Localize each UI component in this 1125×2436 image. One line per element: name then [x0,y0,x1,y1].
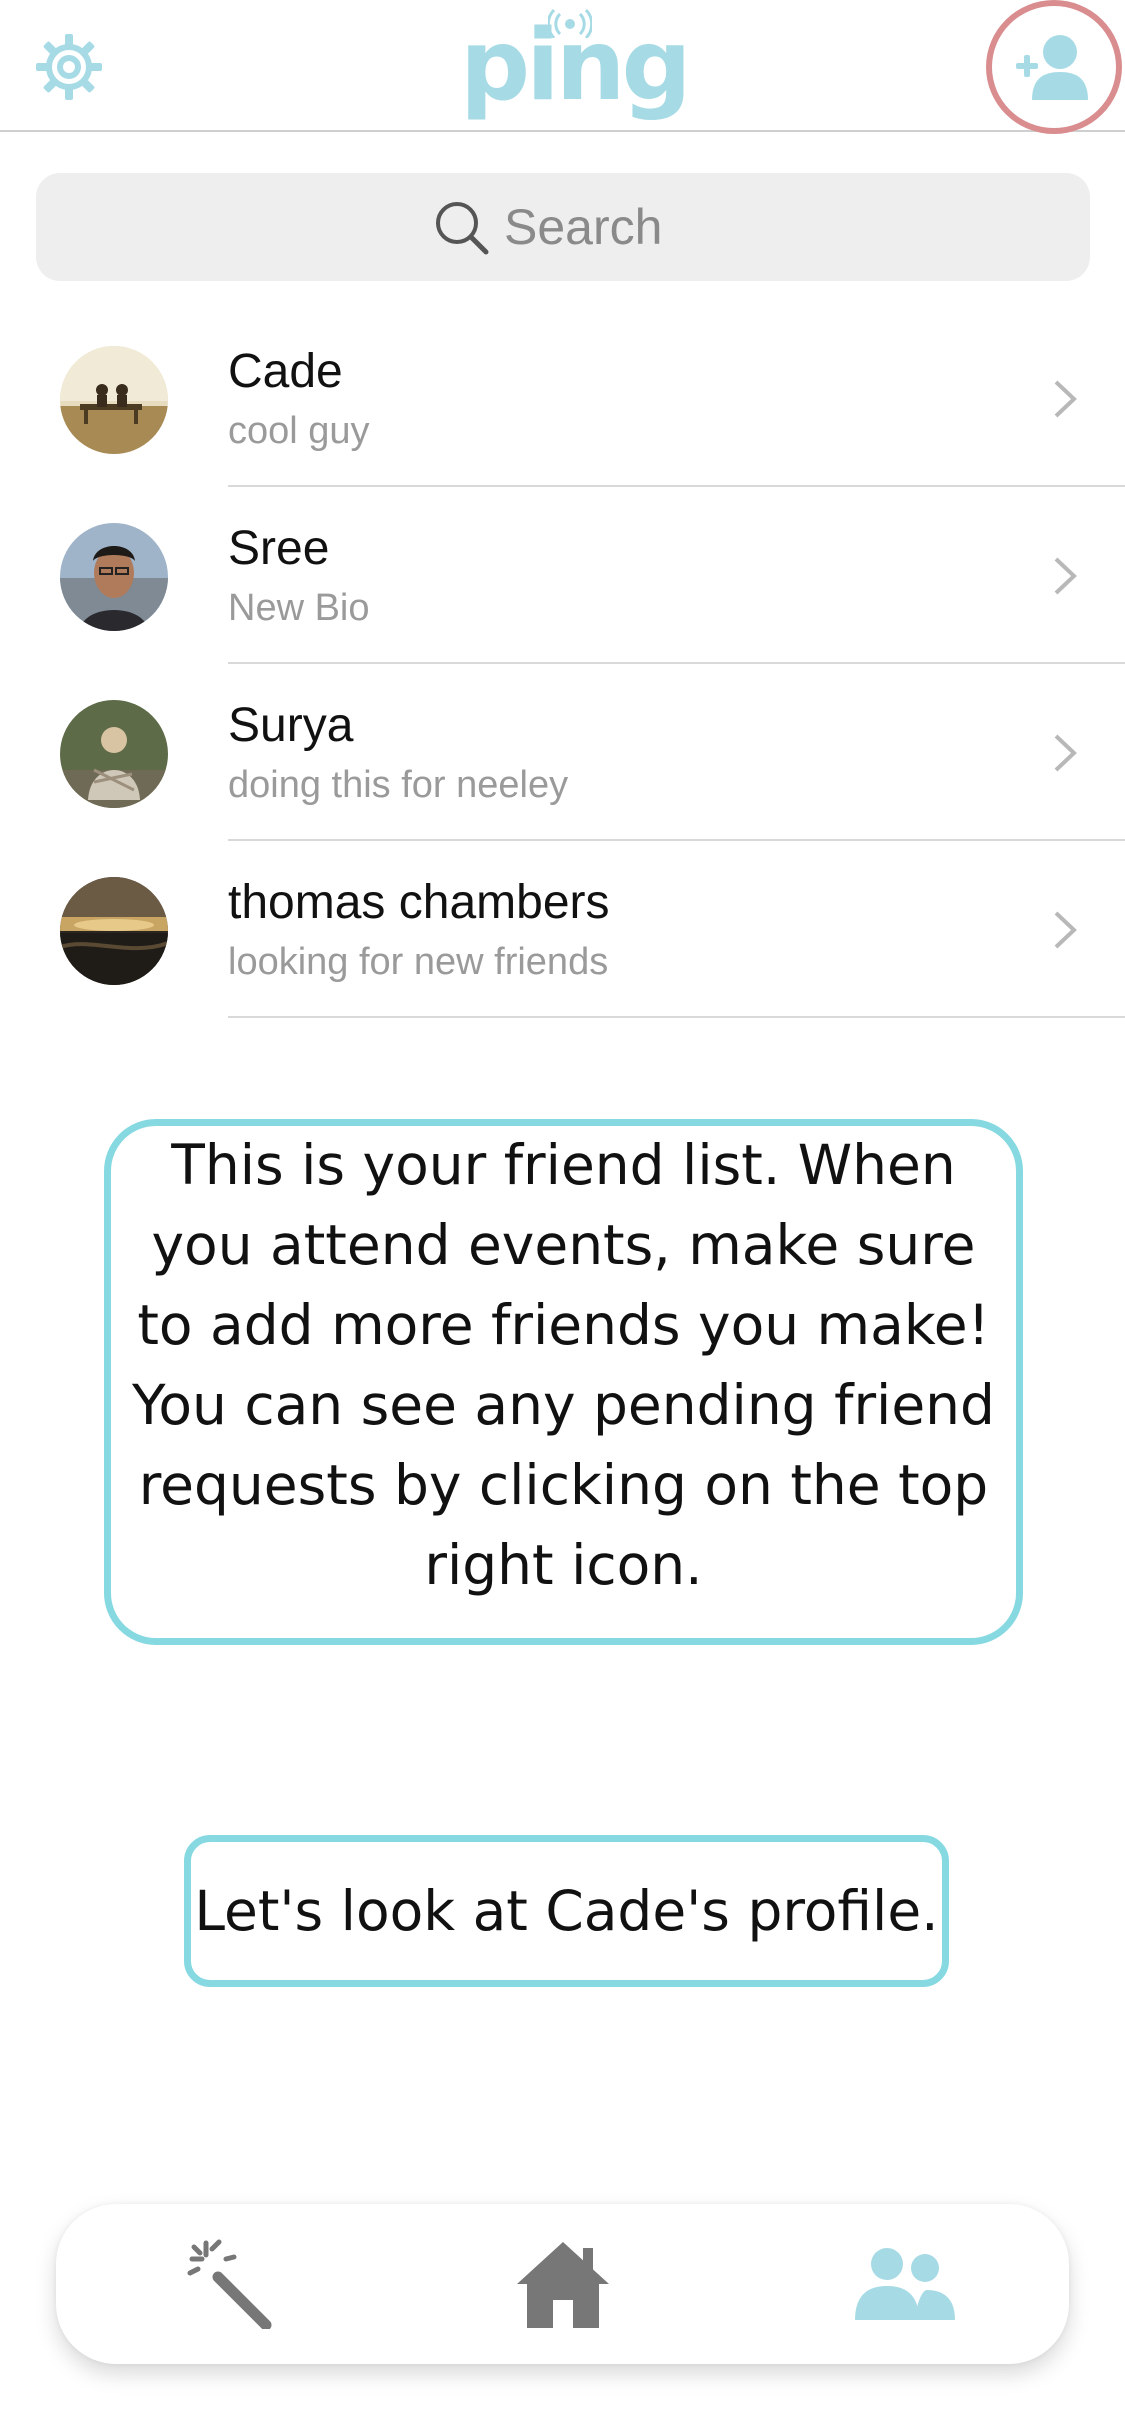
friend-bio: cool guy [228,410,370,452]
nav-friends-button[interactable] [850,2234,960,2334]
nav-home-button[interactable] [508,2234,618,2334]
search-bar[interactable] [36,173,1090,281]
avatar [60,877,168,985]
search-input[interactable] [504,198,694,256]
app-header: ping [0,0,1125,134]
user-plus-icon [1016,35,1088,100]
friend-row-surya[interactable]: Surya doing this for neeley [0,664,1125,841]
home-icon [517,2242,609,2328]
chevron-right-icon [1054,734,1077,772]
friend-bio: looking for new friends [228,941,609,983]
friend-row-cade[interactable]: Cade cool guy [0,310,1125,487]
row-divider [228,1016,1125,1018]
add-friend-button[interactable] [986,0,1122,134]
tutorial-next-button[interactable]: Let's look at Cade's profile. [184,1835,949,1987]
tutorial-tip-bubble: This is your friend list. When you atten… [104,1119,1023,1645]
tutorial-next-label: Let's look at Cade's profile. [194,1879,939,1943]
friend-name: Surya [228,699,354,752]
tutorial-tip-text: This is your friend list. When you atten… [132,1133,995,1597]
app-logo: ping [460,6,692,130]
logo-text: ping [460,9,692,123]
friend-list: Cade cool guy Sree New Bio Surya doing t… [0,310,1125,1018]
avatar [60,346,168,454]
friend-bio: New Bio [228,587,370,629]
gear-icon[interactable] [34,32,104,102]
chevron-right-icon [1054,380,1077,418]
friend-name: Cade [228,345,343,398]
friend-bio: doing this for neeley [228,764,569,806]
chevron-right-icon [1054,557,1077,595]
friend-row-thomas-chambers[interactable]: thomas chambers looking for new friends [0,841,1125,1018]
friend-name: Sree [228,522,330,575]
bottom-nav [56,2204,1069,2364]
avatar [60,700,168,808]
chevron-right-icon [1054,911,1077,949]
friend-row-sree[interactable]: Sree New Bio [0,487,1125,664]
search-icon [436,202,489,255]
friend-name: thomas chambers [228,876,610,929]
avatar [60,523,168,631]
magic-wand-icon [187,2239,272,2329]
nav-magic-button[interactable] [176,2234,286,2334]
friends-icon [855,2248,955,2320]
